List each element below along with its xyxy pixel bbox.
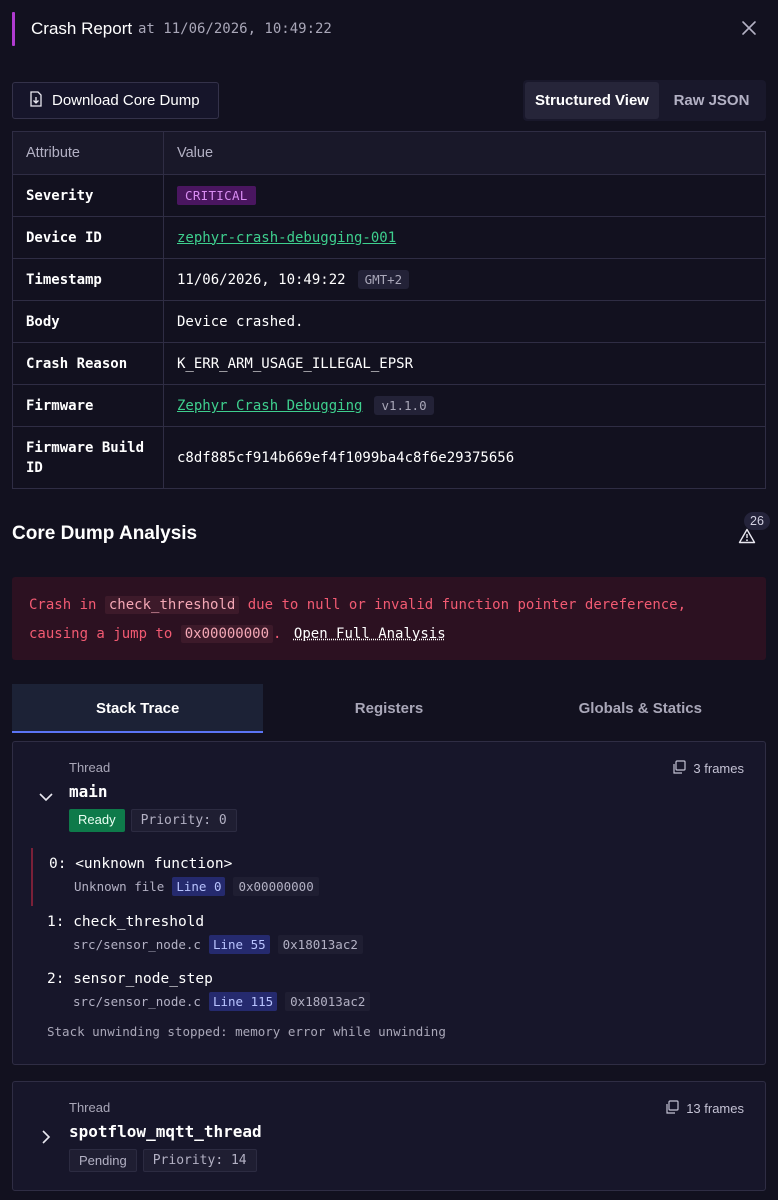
banner-text: . bbox=[273, 626, 282, 642]
thread-card-spotflow-mqtt: Thread spotflow_mqtt_thread 13 frames Pe… bbox=[12, 1081, 766, 1191]
frame-function: 0: <unknown function> bbox=[49, 856, 233, 872]
unwind-message: Stack unwinding stopped: memory error wh… bbox=[47, 1024, 446, 1039]
device-id-key: Device ID bbox=[12, 216, 164, 259]
stack-frame[interactable]: 2: sensor_node_step src/sensor_node.c Li… bbox=[47, 971, 737, 1011]
close-icon[interactable] bbox=[740, 19, 758, 37]
thread-status-row: Ready Priority: 0 bbox=[69, 809, 237, 832]
warning-icon bbox=[738, 528, 756, 549]
thread-name: spotflow_mqtt_thread bbox=[69, 1122, 262, 1141]
tab-stack-trace[interactable]: Stack Trace bbox=[12, 684, 264, 733]
open-full-analysis-link[interactable]: Open Full Analysis bbox=[294, 626, 446, 642]
severity-key: Severity bbox=[12, 174, 164, 217]
timestamp-value: 11/06/2026, 10:49:22 bbox=[177, 272, 346, 288]
table-row: Firmware Zephyr Crash Debugging v1.1.0 bbox=[12, 384, 766, 427]
copy-icon[interactable] bbox=[672, 760, 687, 777]
stack-frame[interactable]: 0: <unknown function> Unknown file Line … bbox=[31, 848, 721, 906]
table-header-row: Attribute Value bbox=[12, 131, 766, 175]
frames-count-label: 13 frames bbox=[686, 1101, 744, 1116]
download-core-dump-button[interactable]: Download Core Dump bbox=[12, 82, 219, 119]
frame-line-badge: Line 55 bbox=[208, 935, 270, 954]
core-dump-title: Core Dump Analysis bbox=[12, 523, 198, 544]
banner-text: causing a jump to bbox=[29, 626, 173, 642]
report-header: Crash Report at 11/06/2026, 10:49:22 bbox=[0, 0, 778, 60]
banner-address-code: 0x00000000 bbox=[180, 625, 274, 643]
thread-card-main: Thread main 3 frames Ready Priority: 0 0… bbox=[12, 741, 766, 1065]
frames-count-label: 3 frames bbox=[693, 761, 744, 776]
table-row: Crash Reason K_ERR_ARM_USAGE_ILLEGAL_EPS… bbox=[12, 342, 766, 385]
frame-file: src/sensor_node.c bbox=[73, 994, 201, 1009]
body-value: Device crashed. bbox=[163, 300, 766, 343]
thread-name: main bbox=[69, 782, 108, 801]
frame-address: 0x18013ac2 bbox=[277, 935, 363, 954]
tab-registers[interactable]: Registers bbox=[263, 684, 514, 733]
download-file-icon bbox=[29, 90, 43, 111]
view-toggle: Structured View Raw JSON bbox=[523, 80, 766, 121]
status-badge: Pending bbox=[69, 1149, 137, 1172]
banner-function-code: check_threshold bbox=[104, 596, 240, 614]
status-badge: Ready bbox=[69, 809, 125, 832]
structured-view-tab[interactable]: Structured View bbox=[525, 82, 659, 119]
table-row: Firmware Build ID c8df885cf914b669ef4f10… bbox=[12, 426, 766, 489]
table-row: Timestamp 11/06/2026, 10:49:22 GMT+2 bbox=[12, 258, 766, 301]
frame-file: src/sensor_node.c bbox=[73, 937, 201, 952]
firmware-key: Firmware bbox=[12, 384, 164, 427]
timezone-badge: GMT+2 bbox=[357, 270, 410, 289]
table-row: Body Device crashed. bbox=[12, 300, 766, 343]
copy-icon[interactable] bbox=[665, 1100, 679, 1117]
table-row: Device ID zephyr-crash-debugging-001 bbox=[12, 216, 766, 259]
warnings-button[interactable]: 26 bbox=[738, 512, 772, 546]
firmware-build-id-key: Firmware Build ID bbox=[12, 426, 164, 489]
thread-label: Thread bbox=[69, 760, 111, 775]
analysis-tabs: Stack Trace Registers Globals & Statics bbox=[12, 684, 766, 733]
priority-badge: Priority: 14 bbox=[142, 1149, 257, 1172]
firmware-version-badge: v1.1.0 bbox=[374, 396, 434, 415]
frame-address: 0x18013ac2 bbox=[285, 992, 371, 1011]
frames-count: 3 frames bbox=[672, 760, 744, 777]
frame-line-badge: Line 115 bbox=[208, 992, 278, 1011]
thread-status-row: Pending Priority: 14 bbox=[69, 1149, 257, 1172]
stack-frame[interactable]: 1: check_threshold src/sensor_node.c Lin… bbox=[47, 914, 737, 954]
tab-globals-statics[interactable]: Globals & Statics bbox=[515, 684, 766, 733]
crash-reason-key: Crash Reason bbox=[12, 342, 164, 385]
thread-label: Thread bbox=[69, 1100, 111, 1115]
raw-json-tab[interactable]: Raw JSON bbox=[659, 82, 764, 119]
column-header-value: Value bbox=[163, 131, 766, 175]
body-key: Body bbox=[12, 300, 164, 343]
attribute-table: Attribute Value Severity CRITICAL Device… bbox=[12, 131, 766, 489]
table-row: Severity CRITICAL bbox=[12, 174, 766, 217]
column-header-attribute: Attribute bbox=[12, 131, 164, 175]
device-id-link[interactable]: zephyr-crash-debugging-001 bbox=[177, 230, 396, 246]
firmware-build-id-value: c8df885cf914b669ef4f1099ba4c8f6e29375656 bbox=[163, 426, 766, 489]
priority-badge: Priority: 0 bbox=[130, 809, 237, 832]
chevron-down-icon[interactable] bbox=[37, 788, 55, 806]
frame-file: Unknown file bbox=[74, 879, 165, 894]
frames-count: 13 frames bbox=[665, 1100, 744, 1117]
banner-text: Crash in bbox=[29, 597, 97, 613]
timestamp-key: Timestamp bbox=[12, 258, 164, 301]
header-accent-bar bbox=[12, 12, 15, 46]
frame-address: 0x00000000 bbox=[233, 877, 319, 896]
frame-function: 2: sensor_node_step bbox=[47, 971, 213, 987]
frame-function: 1: check_threshold bbox=[47, 914, 205, 930]
report-timestamp: at 11/06/2026, 10:49:22 bbox=[138, 21, 332, 37]
download-label: Download Core Dump bbox=[52, 92, 200, 109]
frame-line-badge: Line 0 bbox=[172, 877, 226, 896]
severity-badge: CRITICAL bbox=[177, 186, 256, 205]
page-title: Crash Report bbox=[31, 19, 133, 38]
chevron-right-icon[interactable] bbox=[37, 1128, 55, 1146]
banner-text: due to null or invalid function pointer … bbox=[247, 597, 687, 613]
crash-reason-value: K_ERR_ARM_USAGE_ILLEGAL_EPSR bbox=[163, 342, 766, 385]
crash-analysis-banner: Crash in check_threshold due to null or … bbox=[12, 577, 766, 660]
firmware-link[interactable]: Zephyr Crash Debugging bbox=[177, 398, 362, 414]
